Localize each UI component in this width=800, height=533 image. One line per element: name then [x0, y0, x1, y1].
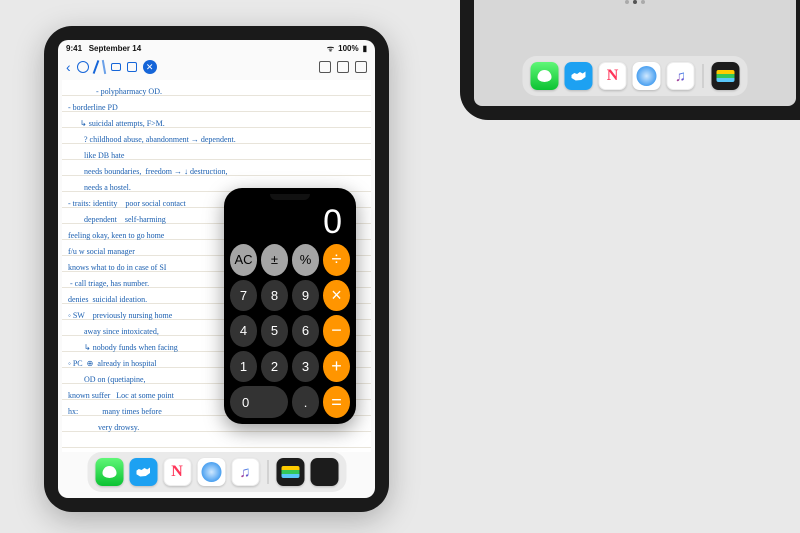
calculator-display: 0: [228, 202, 352, 242]
calc-key-−[interactable]: −: [323, 315, 350, 347]
battery-percent: 100%: [338, 44, 358, 53]
calc-key-5[interactable]: 5: [261, 315, 288, 347]
dock-separator: [703, 64, 704, 88]
note-line: ? childhood abuse, abandonment → depende…: [68, 132, 365, 148]
calc-key-=[interactable]: =: [323, 386, 350, 418]
note-line: ↳ suicidal attempts, F>M.: [68, 116, 365, 132]
dock-app-twitter[interactable]: [565, 62, 593, 90]
dock[interactable]: [523, 56, 748, 96]
calc-key-×[interactable]: ×: [323, 280, 350, 312]
status-left: 9:41 September 14: [66, 44, 141, 53]
wifi-icon: ᯤ: [327, 43, 334, 54]
calc-key-.[interactable]: .: [292, 386, 319, 418]
share-icon[interactable]: [337, 61, 349, 73]
dock-app-safari[interactable]: [633, 62, 661, 90]
calc-key-8[interactable]: 8: [261, 280, 288, 312]
note-line: - borderline PD: [68, 100, 365, 116]
more-icon[interactable]: [355, 61, 367, 73]
calculator-keypad: AC±%÷ 789× 456− 123+0.=: [228, 242, 352, 420]
status-bar: 9:41 September 14 ᯤ 100% ▮: [58, 40, 375, 56]
add-icon[interactable]: [319, 61, 331, 73]
ipad-screen-right: Apple Watch 63% Apple Pencil 24% Directi…: [474, 0, 796, 106]
calc-key-ac[interactable]: AC: [230, 244, 257, 276]
pen-tool[interactable]: [92, 60, 99, 74]
color-tool[interactable]: [77, 61, 89, 73]
ipad-device-right: Apple Watch 63% Apple Pencil 24% Directi…: [460, 0, 800, 120]
lasso-tool[interactable]: [127, 62, 137, 72]
calc-key-2[interactable]: 2: [261, 351, 288, 383]
calculator-app-window[interactable]: 0 AC±%÷ 789× 456− 123+0.=: [224, 188, 356, 424]
dock-recent-wallet[interactable]: [276, 458, 304, 486]
dock-app-music[interactable]: [667, 62, 695, 90]
calc-key-1[interactable]: 1: [230, 351, 257, 383]
dock-app-safari[interactable]: [197, 458, 225, 486]
iphone-notch: [270, 194, 310, 200]
calc-key-9[interactable]: 9: [292, 280, 319, 312]
status-right: ᯤ 100% ▮: [327, 43, 367, 54]
page-indicator[interactable]: [625, 0, 645, 4]
calc-key-7[interactable]: 7: [230, 280, 257, 312]
note-line: - polypharmacy OD.: [68, 84, 365, 100]
calc-key-%[interactable]: %: [292, 244, 319, 276]
calc-key-±[interactable]: ±: [261, 244, 288, 276]
status-time: 9:41: [66, 44, 82, 53]
dock-app-news[interactable]: [599, 62, 627, 90]
calc-key-4[interactable]: 4: [230, 315, 257, 347]
ipad-device-left: 9:41 September 14 ᯤ 100% ▮ ‹ ✕: [44, 26, 389, 512]
highlighter-tool[interactable]: [101, 60, 105, 74]
dock-recent-wallet[interactable]: [712, 62, 740, 90]
battery-icon: ▮: [363, 44, 367, 53]
calc-key-3[interactable]: 3: [292, 351, 319, 383]
notes-toolbar: ‹ ✕: [58, 56, 375, 78]
note-line: needs boundaries, freedom → ↓ destructio…: [68, 164, 365, 180]
ipad-screen: 9:41 September 14 ᯤ 100% ▮ ‹ ✕: [58, 40, 375, 498]
dock-app-twitter[interactable]: [129, 458, 157, 486]
eraser-tool[interactable]: [111, 63, 121, 71]
dock-app-news[interactable]: [163, 458, 191, 486]
dock-app-music[interactable]: [231, 458, 259, 486]
dock-recent-calc-app[interactable]: [310, 458, 338, 486]
dock[interactable]: [87, 452, 346, 492]
dock-app-messages[interactable]: [95, 458, 123, 486]
calc-key-÷[interactable]: ÷: [323, 244, 350, 276]
note-line: like DB hate: [68, 148, 365, 164]
calc-key-+[interactable]: +: [323, 351, 350, 383]
calc-key-0[interactable]: 0: [230, 386, 288, 418]
dock-separator: [267, 460, 268, 484]
back-button[interactable]: ‹: [66, 59, 71, 75]
dock-app-messages[interactable]: [531, 62, 559, 90]
close-tool[interactable]: ✕: [143, 60, 157, 74]
calc-key-6[interactable]: 6: [292, 315, 319, 347]
toolbar-right: [319, 61, 367, 73]
status-date: September 14: [89, 44, 141, 53]
